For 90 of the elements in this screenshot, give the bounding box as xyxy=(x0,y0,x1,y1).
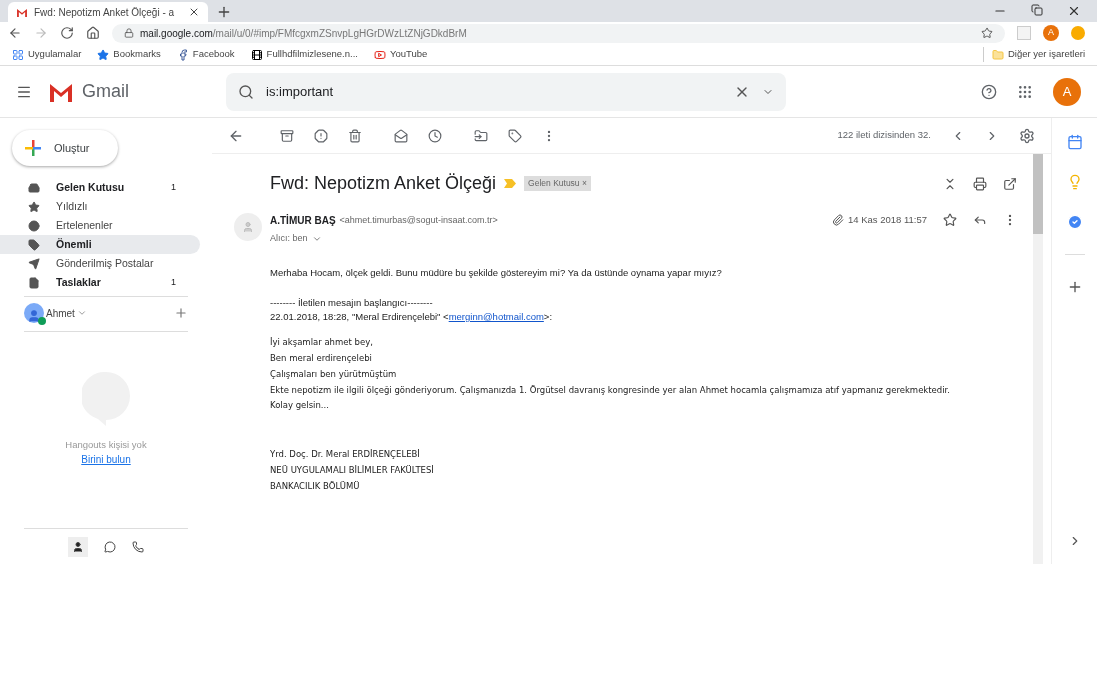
collapse-all-icon[interactable] xyxy=(943,176,957,191)
email-date: 14 Kas 2018 11:57 xyxy=(847,213,927,227)
bookmark[interactable]: Bookmarks xyxy=(97,47,161,62)
film-reel-icon xyxy=(250,48,263,61)
spam-icon[interactable] xyxy=(314,128,328,143)
bookmark[interactable]: YouTube xyxy=(373,47,428,62)
nav-item[interactable]: Ertelenenler xyxy=(0,216,200,235)
person-icon xyxy=(27,309,41,323)
sender-email: <ahmet.timurbas@sogut-insaat.com.tr> xyxy=(339,213,498,227)
message-text: Kolay gelsin... xyxy=(270,399,330,412)
archive-icon[interactable] xyxy=(280,128,294,143)
gmail-logo-icon xyxy=(48,81,74,102)
help-icon[interactable] xyxy=(981,83,997,100)
video-play-icon xyxy=(373,48,386,61)
print-icon[interactable] xyxy=(973,176,987,191)
phone-icon[interactable] xyxy=(132,540,144,553)
email-link[interactable]: merginn@hotmail.com xyxy=(448,311,544,322)
find-someone-link[interactable]: Birini bulun xyxy=(81,452,131,468)
back-icon[interactable] xyxy=(8,26,22,40)
address-bar[interactable]: mail.google.com/mail/u/0/#imp/FMfcgxmZSnvpLgHGrDWzLtZNjGDkdBrM xyxy=(112,23,1005,43)
bookmark-star-icon[interactable] xyxy=(981,27,993,39)
close-icon[interactable] xyxy=(188,6,200,18)
message-text: Ben meral erdirençelebi xyxy=(270,352,373,365)
folder-icon xyxy=(991,48,1004,61)
nav-item[interactable]: Önemli xyxy=(0,235,200,254)
send-icon xyxy=(28,257,40,270)
app-name: Gmail xyxy=(82,80,129,103)
compose-button[interactable]: Oluştur xyxy=(12,130,118,166)
signature-text: NEÜ UYGULAMALI BİLİMLER FAKÜLTESİ xyxy=(270,463,435,477)
plus-icon xyxy=(24,139,42,157)
new-tab-icon[interactable] xyxy=(216,4,232,20)
paperclip-icon xyxy=(831,214,844,227)
trash-icon[interactable] xyxy=(348,128,362,143)
open-in-new-window-icon[interactable] xyxy=(1003,176,1017,191)
message-text: Merhaba Hocam, ölçek geldi. Bunu müdüre bu şekilde göstereyim mi? Ya da üstünde oynama yapar mıyız? xyxy=(270,265,723,280)
important-marker-icon xyxy=(28,238,40,251)
label-chip[interactable]: Gelen Kutusu × xyxy=(524,176,591,191)
sender-name: A.TİMUR BAŞ xyxy=(270,213,336,228)
lock-icon xyxy=(124,28,134,38)
apps-grid-icon[interactable] xyxy=(1017,83,1033,100)
signature-text: Yrd. Doç. Dr. Meral ERDİRENÇELEBİ xyxy=(270,448,421,461)
tab-title: Fwd: Nepotizm Anket Ölçeği - a xyxy=(34,5,176,20)
calendar-icon[interactable] xyxy=(1066,134,1083,150)
star-icon[interactable] xyxy=(943,213,957,228)
email-subject: Fwd: Nepotizm Anket Ölçeği xyxy=(270,172,497,195)
url-text: mail.google.com/mail/u/0/#imp/FMfcgxmZSnvpLgHGrDWzLtZNjGDkdBrM xyxy=(140,26,467,41)
search-icon[interactable] xyxy=(238,83,254,100)
online-status-icon xyxy=(38,317,46,325)
chat-icon[interactable] xyxy=(104,540,116,553)
star-icon xyxy=(97,48,110,61)
hangouts-empty-text: Hangouts kişisi yok xyxy=(65,438,147,452)
star-icon xyxy=(28,200,40,213)
search-bar[interactable]: is:important xyxy=(226,72,786,111)
user-avatar[interactable] xyxy=(24,303,44,323)
label-icon[interactable] xyxy=(508,128,522,143)
gmail-logo-icon xyxy=(16,7,28,17)
restore-icon[interactable] xyxy=(1031,4,1043,16)
message-text: Çalışmaları ben yürütmüştüm xyxy=(270,367,398,381)
nav-item[interactable]: Yıldızlı xyxy=(0,197,200,216)
bookmark[interactable]: Fullhdfilmizlesene.n... xyxy=(250,47,358,62)
home-icon[interactable] xyxy=(86,26,100,40)
mail-open-icon[interactable] xyxy=(394,128,408,143)
bookmark[interactable]: Facebook xyxy=(176,47,235,62)
recipient-dropdown[interactable]: Alıcı: ben xyxy=(270,232,308,246)
nav-item[interactable]: Gelen Kutusu 1 xyxy=(0,178,200,197)
hangouts-user[interactable]: Ahmet xyxy=(46,305,75,321)
signature-text: BANKACILIK BÖLÜMÜ xyxy=(270,479,361,493)
message-text: İyi akşamlar ahmet bey, xyxy=(270,336,374,349)
person-icon xyxy=(242,221,254,233)
move-to-folder-icon[interactable] xyxy=(474,128,488,143)
settings-icon[interactable] xyxy=(1019,127,1035,144)
message-text: Ekte nepotizm ile ilgili ölçeği gönderiyorum. Çalışmanızda 1. Örgütsel davranış kongresinde yer alan Ahmet hocamla çalışmamıza atıf yapmanız gerekmektedir. xyxy=(270,383,951,397)
apps-icon xyxy=(12,48,24,61)
file-icon xyxy=(28,276,40,289)
scrollbar[interactable] xyxy=(1033,154,1043,564)
close-icon[interactable] xyxy=(1067,4,1081,18)
nav-item[interactable]: Gönderilmiş Postalar xyxy=(0,254,200,273)
other-bookmarks[interactable]: Diğer yer işaretleri xyxy=(982,47,1085,62)
search-field[interactable]: is:important xyxy=(266,81,722,102)
person-icon xyxy=(72,540,84,553)
forward-info: 22.01.2018, 18:28, "Meral Erdirençelebi" <merginn@hotmail.com>: xyxy=(270,310,554,324)
pagination-text: 122 ileti dizisinden 32. xyxy=(837,128,931,143)
browser-tab[interactable]: Fwd: Nepotizm Anket Ölçeği - a xyxy=(8,2,208,22)
contacts-tab[interactable] xyxy=(68,536,88,557)
reload-icon[interactable] xyxy=(60,26,74,40)
important-marker-icon xyxy=(504,179,517,188)
bookmark[interactable]: Uygulamalar xyxy=(12,47,82,62)
nav-item[interactable]: Taslaklar 1 xyxy=(0,273,200,292)
forward-header: -------- İletilen mesajın başlangıcı-------- xyxy=(270,295,434,310)
check-circle-icon[interactable] xyxy=(1066,214,1083,230)
